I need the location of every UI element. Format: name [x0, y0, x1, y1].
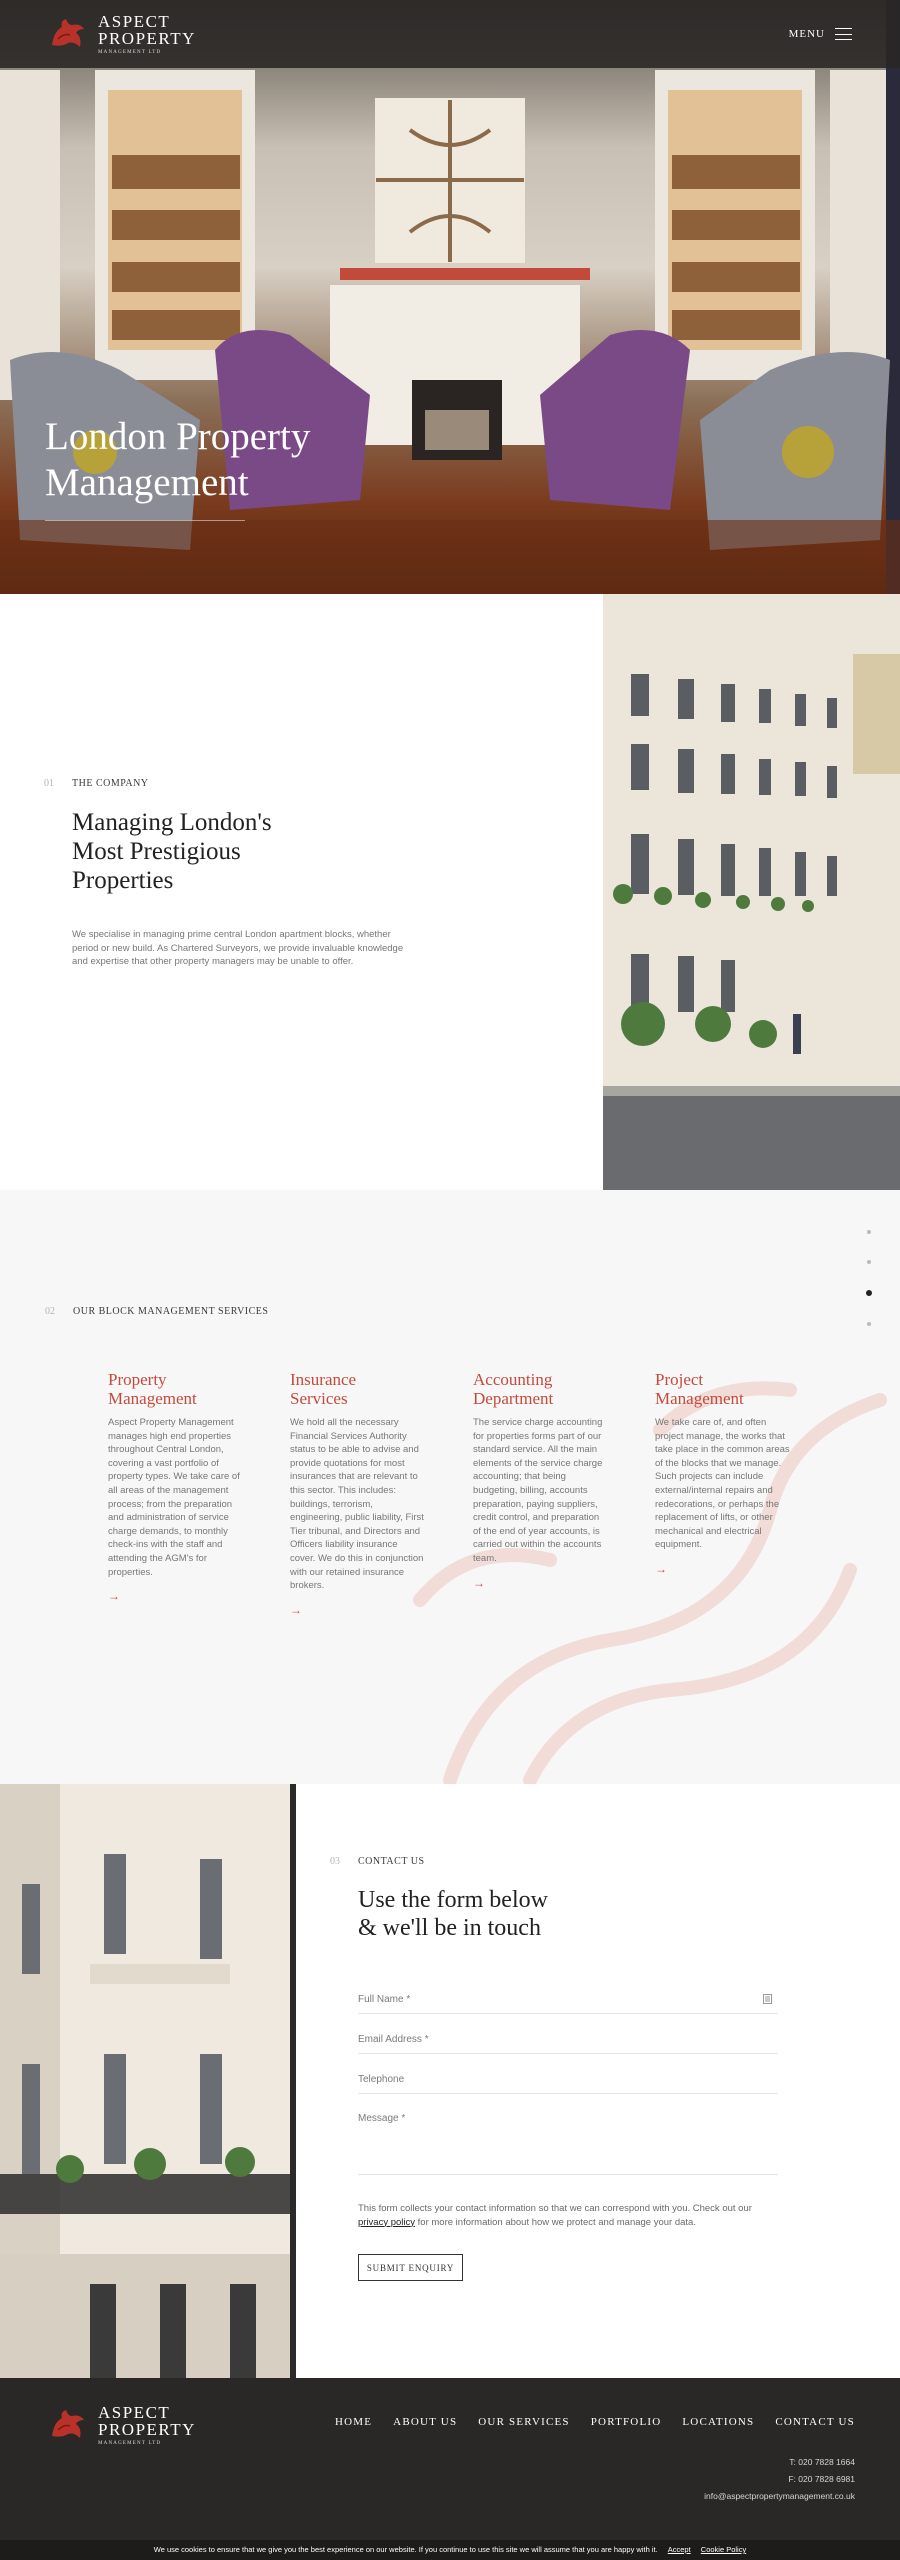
footer-nav: HOME ABOUT US OUR SERVICES PORTFOLIO LOC…: [335, 2416, 855, 2428]
page-section-dots: [866, 1230, 872, 1326]
cookie-banner: We use cookies to ensure that we give yo…: [0, 2540, 900, 2560]
service-title: Project Management: [655, 1370, 744, 1408]
site-header: ASPECT PROPERTY MANAGEMENT LTD MENU: [0, 0, 900, 68]
footer-nav-portfolio[interactable]: PORTFOLIO: [591, 2416, 662, 2428]
site-footer: ASPECT PROPERTY MANAGEMENT LTD HOME ABOU…: [0, 2378, 900, 2560]
section-label: THE COMPANY: [72, 778, 149, 789]
message-field[interactable]: Message *: [358, 2113, 778, 2175]
contact-section: 03 CONTACT US Use the form below & we'll…: [0, 1784, 900, 2378]
cookie-policy-link[interactable]: Cookie Policy: [701, 2545, 746, 2554]
griffin-logo-icon: [52, 2410, 84, 2438]
hero-title-line-1: London Property: [45, 415, 311, 458]
logo-line-3: MANAGEMENT LTD: [98, 2441, 162, 2446]
section-dot[interactable]: [867, 1260, 871, 1264]
footer-nav-about-us[interactable]: ABOUT US: [393, 2416, 457, 2428]
footer-contact-details: T: 020 7828 1664 F: 020 7828 6981 info@a…: [704, 2454, 855, 2505]
site-logo[interactable]: ASPECT PROPERTY MANAGEMENT LTD: [48, 13, 196, 55]
section-number: 01: [44, 778, 54, 789]
logo-line-2: PROPERTY: [98, 2420, 196, 2439]
section-dot[interactable]: [867, 1322, 871, 1326]
contact-card-icon: [763, 1994, 772, 2004]
telephone-label: Telephone: [358, 2074, 405, 2085]
footer-nav-home[interactable]: HOME: [335, 2416, 372, 2428]
hero-title-line-2: Management: [45, 461, 249, 504]
full-name-label: Full Name *: [358, 1994, 411, 2005]
service-card-project-management: Project Management We take care of, and …: [655, 1370, 790, 1578]
company-section: 01 THE COMPANY Managing London's Most Pr…: [0, 594, 900, 1190]
service-card-accounting-department: Accounting Department The service charge…: [473, 1370, 608, 1592]
telephone-field[interactable]: Telephone: [358, 2074, 778, 2094]
menu-label: MENU: [788, 28, 825, 40]
logo-line-3: MANAGEMENT LTD: [98, 50, 162, 55]
footer-nav-contact-us[interactable]: CONTACT US: [775, 2416, 855, 2428]
section-number: 02: [45, 1306, 55, 1317]
menu-button[interactable]: MENU: [789, 28, 852, 40]
townhouse-photo: [603, 594, 900, 1190]
section-dot[interactable]: [867, 1230, 871, 1234]
footer-nav-locations[interactable]: LOCATIONS: [682, 2416, 754, 2428]
arrow-right-icon[interactable]: →: [655, 1562, 667, 1576]
service-title: Property Management: [108, 1370, 197, 1408]
service-description: The service charge accounting for proper…: [473, 1417, 603, 1564]
contact-heading: Use the form below & we'll be in touch: [358, 1886, 618, 1942]
service-title: Accounting Department: [473, 1370, 554, 1408]
logo-wordmark: ASPECT PROPERTY MANAGEMENT LTD: [98, 2404, 196, 2446]
footer-logo[interactable]: ASPECT PROPERTY MANAGEMENT LTD: [48, 2404, 196, 2446]
footer-nav-our-services[interactable]: OUR SERVICES: [478, 2416, 569, 2428]
privacy-notice: This form collects your contact informat…: [358, 2202, 778, 2229]
logo-line-1: ASPECT: [98, 2403, 171, 2422]
company-description: We specialise in managing prime central …: [72, 929, 404, 967]
email-label: Email Address *: [358, 2034, 429, 2045]
company-heading-line-3: Properties: [72, 867, 174, 894]
service-title: Insurance Services: [290, 1370, 357, 1408]
email-field[interactable]: Email Address *: [358, 2034, 778, 2054]
service-card-property-management: Property Management Aspect Property Mana…: [108, 1370, 243, 1605]
company-heading: Managing London's Most Prestigious Prope…: [72, 808, 332, 895]
services-section: 02 OUR BLOCK MANAGEMENT SERVICES Propert…: [0, 1190, 900, 1784]
full-name-field[interactable]: Full Name *: [358, 1994, 778, 2014]
arrow-right-icon[interactable]: →: [108, 1589, 120, 1603]
privacy-text-before: This form collects your contact informat…: [358, 2203, 752, 2214]
message-label: Message *: [358, 2113, 406, 2124]
submit-enquiry-button[interactable]: SUBMIT ENQUIRY: [358, 2254, 463, 2281]
contact-heading-line-1: Use the form below: [358, 1887, 548, 1913]
company-heading-line-2: Most Prestigious: [72, 838, 241, 865]
service-description: We hold all the necessary Financial Serv…: [290, 1417, 424, 1592]
hamburger-icon: [835, 28, 852, 40]
footer-fax: F: 020 7828 6981: [788, 2474, 855, 2484]
section-number: 03: [330, 1856, 340, 1867]
logo-wordmark: ASPECT PROPERTY MANAGEMENT LTD: [98, 13, 196, 55]
building-facade-photo: [0, 1784, 296, 2378]
cookie-accept-link[interactable]: Accept: [668, 2545, 691, 2554]
hero-divider: [45, 520, 245, 521]
section-label: OUR BLOCK MANAGEMENT SERVICES: [73, 1306, 269, 1317]
privacy-text-after: for more information about how we protec…: [417, 2216, 696, 2228]
hero-section: London Property Management: [0, 0, 900, 594]
arrow-right-icon[interactable]: →: [290, 1603, 302, 1617]
company-heading-line-1: Managing London's: [72, 809, 272, 836]
griffin-logo-icon: [52, 19, 84, 47]
arrow-right-icon[interactable]: →: [473, 1576, 485, 1590]
section-dot-active[interactable]: [866, 1290, 872, 1296]
section-label: CONTACT US: [358, 1856, 425, 1867]
footer-email[interactable]: info@aspectpropertymanagement.co.uk: [704, 2488, 855, 2505]
cookie-text: We use cookies to ensure that we give yo…: [153, 2545, 658, 2554]
service-description: Aspect Property Management manages high …: [108, 1417, 240, 1578]
privacy-policy-link[interactable]: privacy policy: [358, 2217, 415, 2228]
footer-phone[interactable]: T: 020 7828 1664: [704, 2454, 855, 2471]
hero-title: London Property Management: [45, 414, 310, 506]
contact-heading-line-2: & we'll be in touch: [358, 1915, 541, 1941]
service-description: We take care of, and often project manag…: [655, 1417, 790, 1551]
service-card-insurance-services: Insurance Services We hold all the neces…: [290, 1370, 425, 1619]
logo-line-2: PROPERTY: [98, 29, 196, 48]
logo-line-1: ASPECT: [98, 12, 171, 31]
